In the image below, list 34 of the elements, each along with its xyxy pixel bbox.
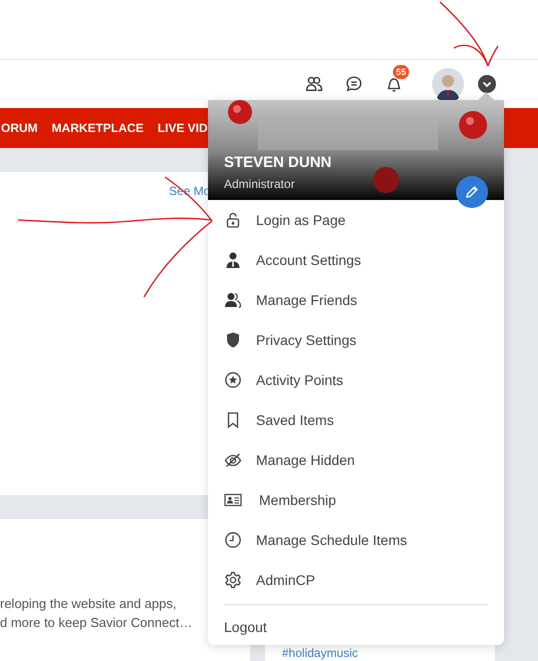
chevron-down-icon[interactable] <box>478 75 496 93</box>
hashtag-link[interactable]: #holidaymusic <box>282 647 358 660</box>
settings-icon <box>224 571 242 589</box>
hidden-eye-icon <box>224 451 242 469</box>
nav-link[interactable]: MARKETPLACE <box>52 121 144 135</box>
clock-icon <box>224 531 242 549</box>
friends-icon[interactable] <box>305 75 323 93</box>
post-text: reloping the website and apps, <box>0 595 176 613</box>
menu-item[interactable]: AdminCP <box>208 560 504 600</box>
menu-item[interactable]: Manage Friends <box>208 280 504 320</box>
menu-item[interactable]: Activity Points <box>208 360 504 400</box>
menu-item[interactable]: Membership <box>208 480 504 520</box>
nav-link[interactable]: ORUM <box>1 121 38 135</box>
notification-badge: 55 <box>393 65 410 79</box>
arrow-drawing <box>440 2 499 66</box>
menu-item[interactable]: Manage Schedule Items <box>208 520 504 560</box>
shield-icon <box>224 331 242 349</box>
menu-item[interactable]: Privacy Settings <box>208 320 504 360</box>
chat-icon[interactable] <box>345 75 363 93</box>
menu-item[interactable]: Account Settings <box>208 240 504 280</box>
menu-item[interactable]: Saved Items <box>208 400 504 440</box>
lock-icon <box>224 211 242 229</box>
avatar[interactable] <box>432 68 464 100</box>
pencil-icon <box>464 184 480 200</box>
user-role: Administrator <box>224 177 295 191</box>
user-name: STEVEN DUNN <box>224 154 332 171</box>
logout-item[interactable]: Logout <box>208 619 267 635</box>
menu-item[interactable]: Manage Hidden <box>208 440 504 480</box>
menu-item[interactable]: Login as Page <box>208 200 504 240</box>
post-text: d more to keep Savior Connect… <box>0 614 192 632</box>
users-icon <box>224 291 242 309</box>
user-icon <box>224 251 242 269</box>
id-card-icon <box>224 491 242 509</box>
nav-link[interactable]: LIVE VID <box>158 121 208 135</box>
